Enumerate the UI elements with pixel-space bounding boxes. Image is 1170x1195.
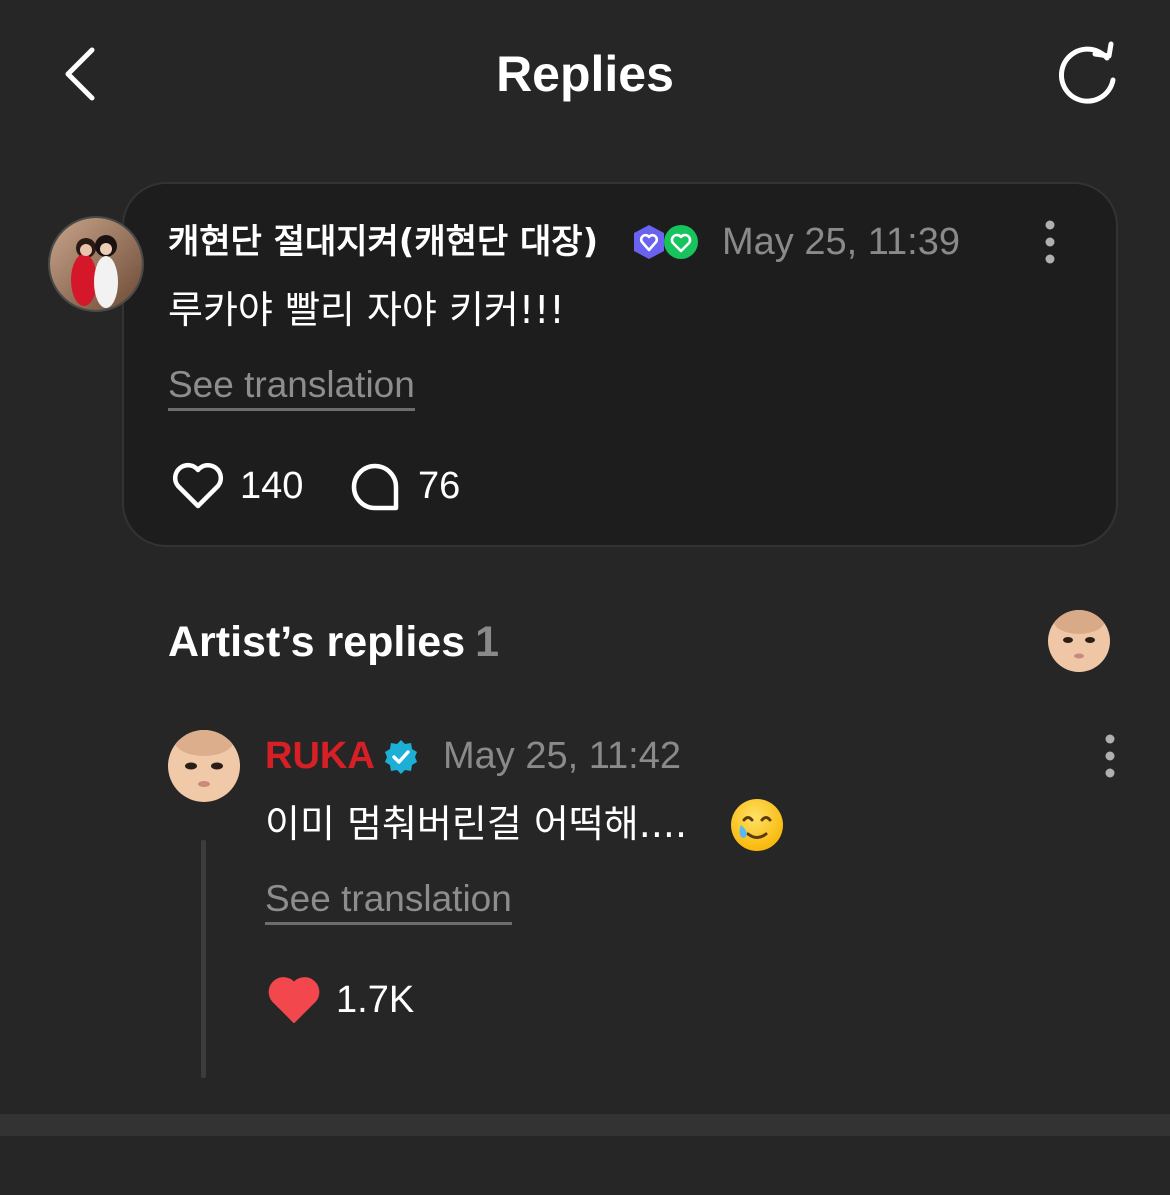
- reply-author-name[interactable]: RUKA: [265, 732, 375, 780]
- green-heart-badge-icon: [664, 225, 698, 259]
- artist-replies-heading: Artist’s replies 1: [168, 614, 499, 670]
- page-title: Replies: [496, 46, 674, 102]
- thread-line: [201, 840, 206, 1078]
- refresh-icon: [1058, 41, 1116, 104]
- post-see-translation-link[interactable]: See translation: [168, 362, 415, 411]
- reply-timestamp: May 25, 11:42: [443, 735, 682, 777]
- post-more-button[interactable]: [1035, 218, 1065, 266]
- bottom-divider: [0, 1114, 1170, 1136]
- reply-like-count: 1.7K: [336, 979, 415, 1021]
- refresh-button[interactable]: [1052, 40, 1124, 108]
- post-author-avatar[interactable]: [48, 216, 144, 312]
- reply-see-translation-link[interactable]: See translation: [265, 876, 512, 925]
- artist-replies-title: Artist’s replies: [168, 618, 466, 666]
- post-text: 루카야 빨리 자야 키커!!!: [168, 288, 565, 332]
- reply-like-button[interactable]: [266, 974, 322, 1026]
- post-author-name[interactable]: 캐현단 절대지켜(캐현단 대장): [168, 218, 598, 266]
- more-vertical-icon: [1045, 220, 1055, 264]
- heart-filled-icon: [268, 977, 320, 1023]
- post-comment-count: 76: [418, 465, 461, 507]
- reply-author-avatar[interactable]: [168, 730, 240, 802]
- artist-avatar-small[interactable]: [1048, 610, 1110, 672]
- smiling-face-with-tear-icon: [728, 796, 786, 854]
- post-comment-button[interactable]: [348, 460, 402, 514]
- verified-badge-icon: [382, 738, 420, 776]
- more-vertical-icon: [1105, 734, 1115, 778]
- post-timestamp: May 25, 11:39: [722, 221, 961, 263]
- post-like-count: 140: [240, 465, 304, 507]
- reply-more-button[interactable]: [1095, 732, 1125, 780]
- post-like-button[interactable]: [170, 460, 226, 512]
- user-badges: [632, 223, 702, 261]
- reply-text: 이미 멈춰버린걸 어떡해....: [265, 802, 688, 846]
- artist-replies-count: 1: [475, 618, 500, 666]
- purple-heart-badge-icon: [634, 225, 664, 259]
- heart-outline-icon: [172, 462, 224, 509]
- comment-bubble-icon: [351, 463, 399, 511]
